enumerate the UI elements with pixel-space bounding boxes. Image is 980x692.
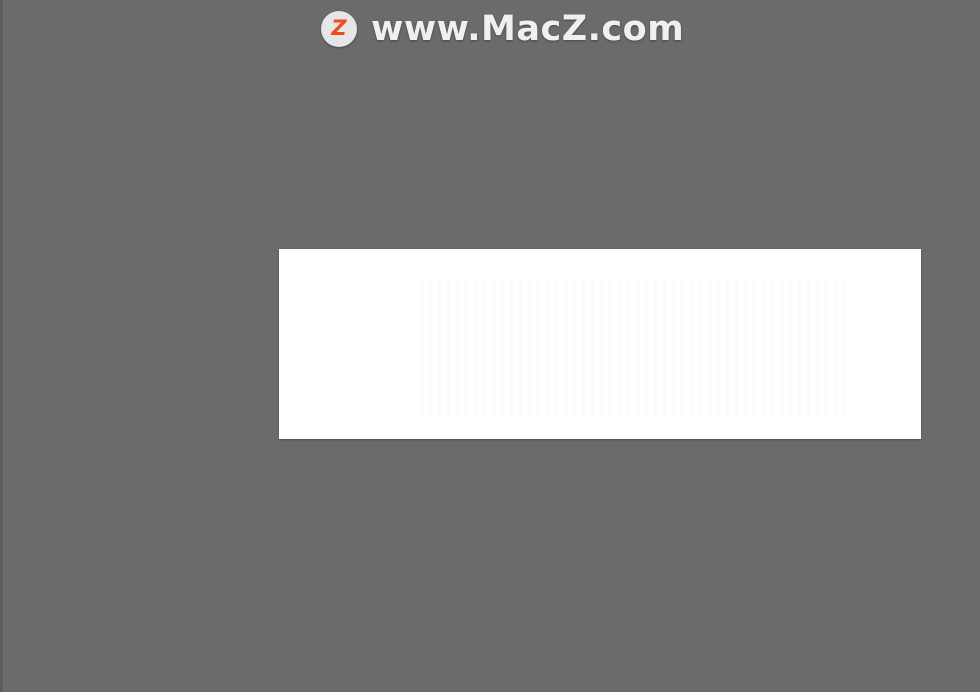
window-edge — [0, 0, 3, 692]
macz-z-logo-icon: Z — [321, 11, 357, 47]
watermark-text: www.MacZ.com — [371, 9, 685, 49]
white-image-panel — [279, 249, 921, 439]
logo-letter: Z — [331, 16, 347, 40]
watermark: Z www.MacZ.com — [321, 9, 685, 49]
